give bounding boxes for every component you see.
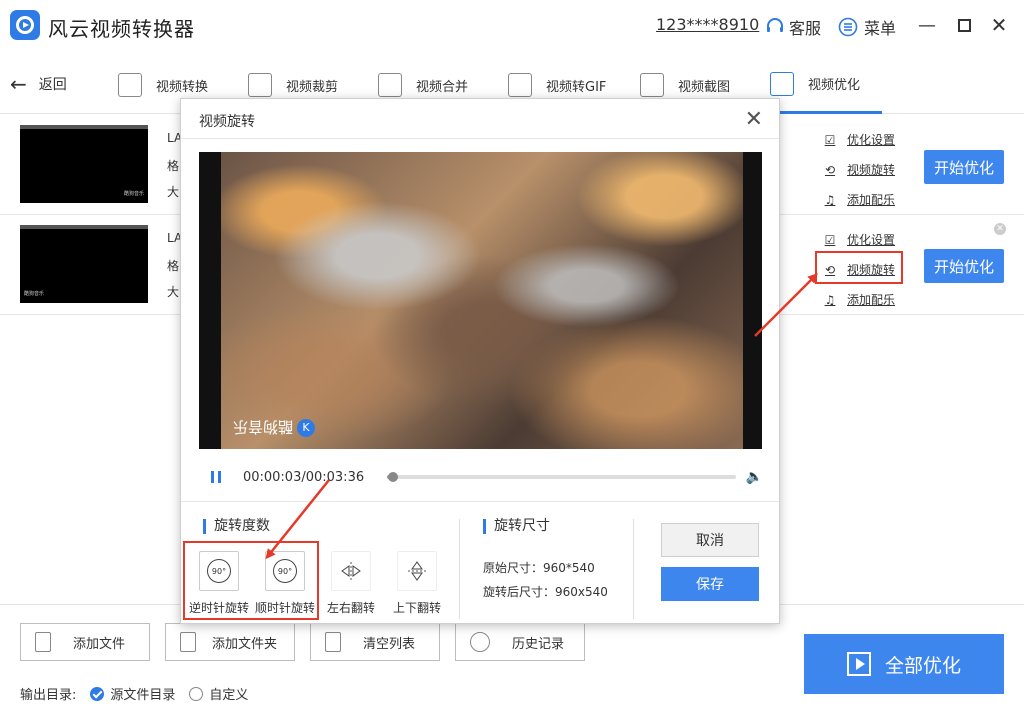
annotation-arrow	[754, 273, 818, 337]
annotation-arrows	[265, 273, 818, 560]
annotation-arrow	[265, 479, 330, 560]
